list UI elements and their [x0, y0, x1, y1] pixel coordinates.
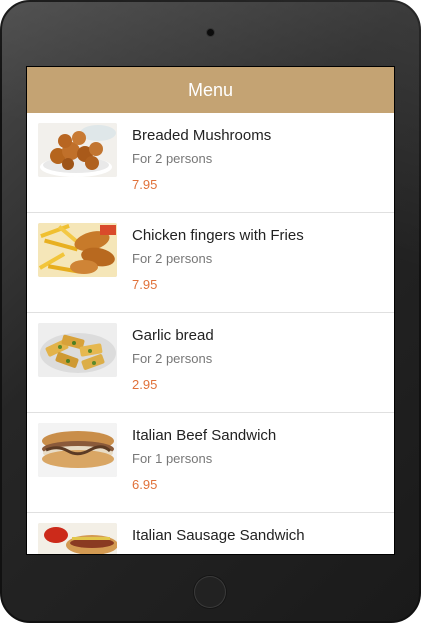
italian-beef-sandwich-photo [38, 423, 117, 477]
item-price: 6.95 [132, 477, 158, 492]
item-serves: For 2 persons [132, 151, 213, 166]
item-serves: For 2 persons [132, 351, 213, 366]
chicken-fingers-photo [38, 223, 117, 277]
italian-sausage-sandwich-photo [38, 523, 117, 554]
item-serves: For 1 persons [132, 451, 213, 466]
breaded-mushrooms-photo [38, 123, 117, 177]
camera-icon [207, 29, 214, 36]
item-name: Italian Sausage Sandwich [132, 527, 305, 544]
menu-list: Breaded Mushrooms For 2 persons 7.95 Chi… [27, 113, 394, 554]
menu-item-italian-sausage-sandwich[interactable]: Italian Sausage Sandwich [27, 513, 394, 554]
page-title: Menu [187, 79, 234, 100]
menu-item-italian-beef-sandwich[interactable]: Italian Beef Sandwich For 1 persons 6.95 [27, 413, 394, 513]
item-name: Breaded Mushrooms [132, 127, 272, 144]
item-name: Garlic bread [132, 327, 214, 344]
menu-item-garlic-bread[interactable]: Garlic bread For 2 persons 2.95 [27, 313, 394, 413]
app-screen: Menu Breaded Mushrooms For 2 persons 7.9… [26, 66, 395, 555]
garlic-bread-photo [38, 323, 117, 377]
menu-item-breaded-mushrooms[interactable]: Breaded Mushrooms For 2 persons 7.95 [27, 113, 394, 213]
menu-item-chicken-fingers[interactable]: Chicken fingers with Fries For 2 persons… [27, 213, 394, 313]
item-serves: For 2 persons [132, 251, 213, 266]
item-name: Chicken fingers with Fries [132, 227, 304, 244]
item-name: Italian Beef Sandwich [132, 427, 277, 444]
item-price: 7.95 [132, 177, 158, 192]
app-bar: Menu [27, 67, 394, 113]
item-price: 2.95 [132, 377, 158, 392]
home-button[interactable] [194, 576, 226, 608]
item-price: 7.95 [132, 277, 158, 292]
